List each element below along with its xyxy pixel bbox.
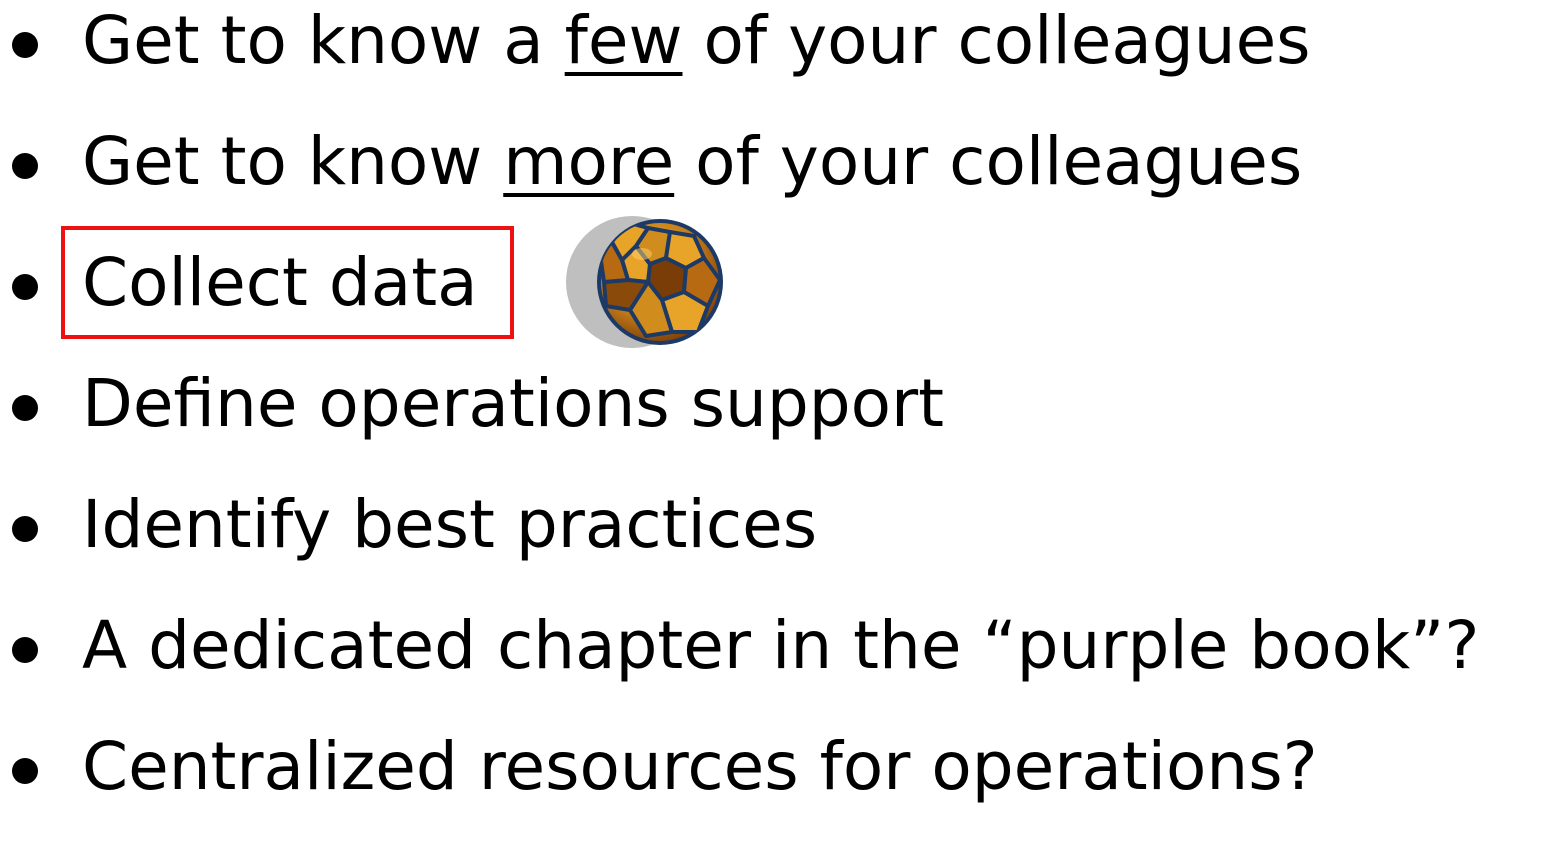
list-item: A dedicated chapter in the “purple book”…: [0, 605, 1552, 725]
bullet-text: A dedicated chapter in the “purple book”…: [82, 607, 1480, 684]
text-segment: Get to know a: [82, 2, 565, 79]
bullet-text: Centralized resources for operations?: [82, 728, 1318, 805]
list-item: Get to know a few of your colleagues: [0, 0, 1552, 120]
underlined-word: more: [503, 123, 675, 200]
bullet-marker: [12, 516, 38, 542]
bullet-marker: [12, 758, 38, 784]
text-segment: of your colleagues: [674, 123, 1303, 200]
bullet-marker: [12, 32, 38, 58]
bullet-marker: [12, 274, 38, 300]
bullet-text: Get to know more of your colleagues: [82, 129, 1302, 195]
text-segment: of your colleagues: [682, 2, 1311, 79]
bullet-text: Get to know a few of your colleagues: [82, 8, 1311, 74]
slide: Get to know a few of your colleagues Get…: [0, 0, 1552, 816]
list-item: Define operations support: [0, 363, 1552, 483]
bullet-text: Identify best practices: [82, 486, 818, 563]
underlined-word: few: [564, 2, 683, 79]
text-segment: Get to know: [82, 123, 504, 200]
bullet-text: Define operations support: [82, 365, 945, 442]
soccer-ball-icon: [566, 216, 723, 348]
list-item: Centralized resources for operations?: [0, 726, 1552, 846]
list-item: Get to know more of your colleagues: [0, 121, 1552, 241]
highlight-box: [61, 226, 514, 339]
bullet-marker: [12, 637, 38, 663]
bullet-marker: [12, 395, 38, 421]
bullet-marker: [12, 153, 38, 179]
list-item: Identify best practices: [0, 484, 1552, 604]
